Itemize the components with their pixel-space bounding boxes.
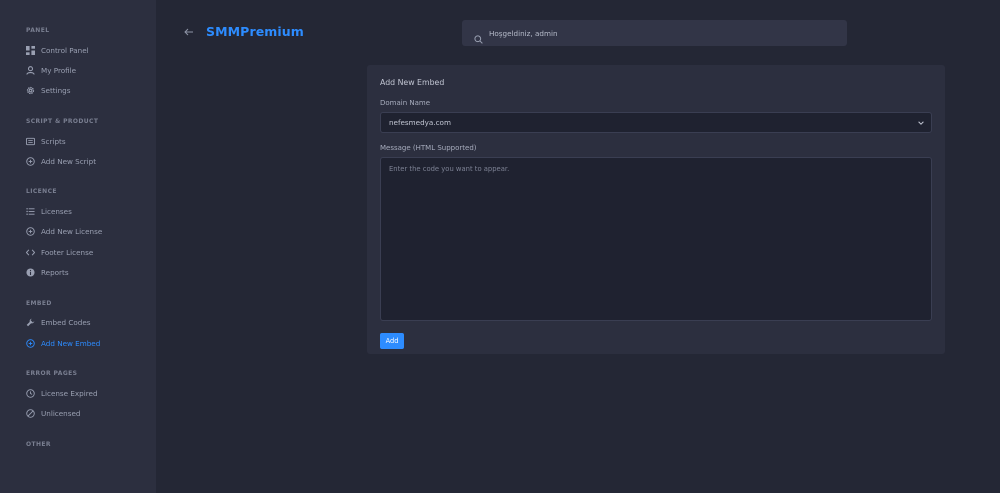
domain-select-value: nefesmedya.com	[389, 118, 451, 127]
sidebar-group-script-product: SCRIPT & PRODUCT Scripts Add New Script	[0, 117, 156, 172]
arrow-left-icon	[184, 27, 194, 37]
sidebar-item-label: Licenses	[41, 207, 72, 217]
sidebar-item-licenses[interactable]: Licenses	[0, 201, 156, 221]
sidebar-item-embed-codes[interactable]: Embed Codes	[0, 313, 156, 333]
sidebar-item-label: Add New Embed	[41, 338, 101, 348]
sidebar-item-label: License Expired	[41, 388, 98, 398]
sidebar-item-add-new-script[interactable]: Add New Script	[0, 151, 156, 171]
sidebar-item-label: My Profile	[41, 65, 77, 75]
sidebar-item-my-profile[interactable]: My Profile	[0, 60, 156, 80]
add-button[interactable]: Add	[380, 333, 404, 349]
sidebar: PANEL Control Panel My Profile Settings …	[0, 0, 156, 493]
sidebar-item-label: Add New License	[41, 227, 103, 237]
brand-logo[interactable]: SMMPremium	[206, 24, 304, 39]
sidebar-section-title: LICENCE	[26, 188, 57, 196]
sidebar-item-footer-license[interactable]: Footer License	[0, 242, 156, 262]
sidebar-item-scripts[interactable]: Scripts	[0, 131, 156, 151]
sidebar-item-label: Footer License	[41, 247, 94, 257]
add-embed-card: Add New Embed Domain Name nefesmedya.com…	[367, 65, 945, 354]
domain-select[interactable]: nefesmedya.com	[380, 112, 932, 133]
sidebar-group-embed: EMBED Embed Codes Add New Embed	[0, 299, 156, 354]
dashboard-icon	[26, 45, 35, 55]
card-title: Add New Embed	[380, 78, 445, 87]
info-icon	[26, 268, 35, 277]
list-icon	[26, 207, 35, 216]
search-icon	[474, 29, 483, 44]
plus-circle-icon	[26, 227, 35, 237]
message-label: Message (HTML Supported)	[380, 144, 477, 152]
list-icon	[26, 137, 35, 146]
sidebar-group-panel: PANEL Control Panel My Profile Settings	[0, 26, 156, 101]
back-button[interactable]	[183, 26, 195, 38]
sidebar-section-title: PANEL	[26, 27, 50, 34]
sidebar-item-add-new-embed[interactable]: Add New Embed	[0, 333, 156, 353]
sidebar-item-label: Settings	[41, 86, 71, 96]
sidebar-item-label: Reports	[41, 268, 69, 278]
sidebar-item-settings[interactable]: Settings	[0, 81, 156, 101]
sidebar-group-error-pages: ERROR PAGES License Expired Unlicensed	[0, 369, 156, 424]
user-icon	[26, 66, 35, 75]
sidebar-item-label: Add New Script	[41, 156, 97, 166]
plus-circle-icon	[26, 338, 35, 348]
clock-icon	[26, 389, 35, 398]
sidebar-item-label: Embed Codes	[41, 318, 91, 328]
ban-icon	[26, 409, 35, 418]
sidebar-item-control-panel[interactable]: Control Panel	[0, 40, 156, 60]
sidebar-item-unlicensed[interactable]: Unlicensed	[0, 404, 156, 424]
sidebar-item-license-expired[interactable]: License Expired	[0, 383, 156, 403]
code-icon	[26, 248, 35, 257]
sidebar-section-title: SCRIPT & PRODUCT	[26, 117, 99, 125]
wrench-icon	[26, 318, 35, 327]
sidebar-section-title: EMBED	[26, 299, 52, 307]
sidebar-group-other: OTHER	[0, 440, 156, 450]
search-bar[interactable]	[462, 20, 847, 46]
sidebar-item-label: Scripts	[41, 136, 66, 146]
chevron-down-icon	[917, 119, 925, 127]
sidebar-group-licence: LICENCE Licenses Add New License Footer …	[0, 187, 156, 282]
sidebar-item-label: Unlicensed	[41, 409, 81, 419]
sidebar-section-title: OTHER	[26, 440, 51, 448]
domain-label: Domain Name	[380, 99, 431, 107]
sidebar-item-label: Control Panel	[41, 45, 89, 55]
plus-circle-icon	[26, 157, 35, 166]
sidebar-item-add-new-license[interactable]: Add New License	[0, 222, 156, 242]
sidebar-section-title: ERROR PAGES	[26, 370, 78, 378]
search-input[interactable]	[489, 28, 809, 38]
gear-icon	[26, 86, 35, 95]
message-textarea[interactable]	[380, 157, 932, 321]
sidebar-item-reports[interactable]: Reports	[0, 262, 156, 282]
